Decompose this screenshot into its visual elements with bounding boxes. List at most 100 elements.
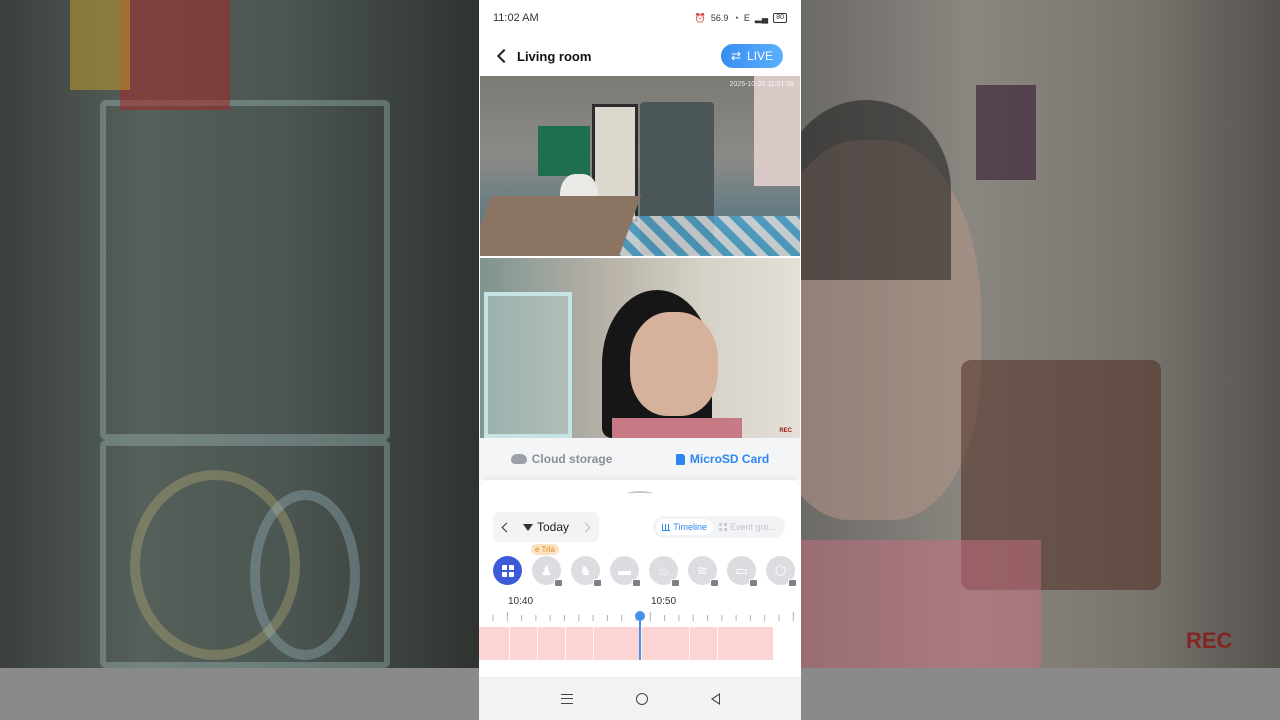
- sheet-handle-icon[interactable]: [627, 491, 653, 497]
- filter-pet[interactable]: ♞: [571, 556, 602, 587]
- battery-icon: 80: [773, 13, 787, 23]
- fire-icon: ♨: [657, 562, 670, 578]
- feed-timestamp: 2025-10-20 11:01:58: [729, 81, 794, 88]
- back-triangle-icon[interactable]: [710, 692, 720, 705]
- feed-floor: [610, 216, 800, 256]
- tab-timeline[interactable]: Timeline: [656, 519, 713, 535]
- lock-icon: [593, 579, 602, 587]
- timeline-label-1040: 10:40: [508, 596, 534, 607]
- feed-shelf: [484, 292, 572, 438]
- feed-window: [754, 76, 800, 186]
- background-shelf: [100, 100, 390, 440]
- event-divider: [509, 627, 510, 660]
- sd-card-icon: [675, 453, 685, 465]
- network-speed: 56.9: [710, 13, 729, 23]
- filter-vehicle[interactable]: ▬: [610, 556, 641, 587]
- timeline-label-1050: 10:50: [651, 596, 677, 607]
- camera-feed-kitchen[interactable]: 2025-10-20 11:01:58: [480, 76, 800, 256]
- previous-day-icon[interactable]: [501, 522, 512, 532]
- lock-icon: [554, 579, 563, 587]
- timeline-labels: 10:40 10:50: [479, 596, 801, 610]
- alarm-icon: ⏰: [694, 12, 706, 23]
- tab-microsd-card[interactable]: MicroSD Card: [675, 452, 770, 466]
- phone-screen: 11:02 AM ⏰ 56.9 ◔ E ▂▄ 80 Living room ⇄ …: [479, 0, 801, 720]
- lock-icon: [632, 579, 641, 587]
- background-hair: [801, 100, 951, 280]
- switch-arrows-icon: ⇄: [730, 49, 742, 63]
- timeline-cursor-handle[interactable]: [635, 611, 645, 621]
- header: Living room ⇄ LIVE: [479, 36, 801, 76]
- trial-badge: e Tria: [531, 544, 560, 555]
- timeline-cursor[interactable]: [639, 616, 641, 660]
- package-icon: ⬡: [774, 562, 787, 578]
- event-divider: [717, 627, 718, 660]
- background-left-blur: [0, 0, 479, 668]
- filter-package[interactable]: ⬡: [766, 556, 797, 587]
- feed-person-face: [630, 312, 718, 416]
- feed-person-shirt: [612, 418, 742, 438]
- wifi-icon: ◔: [733, 13, 739, 23]
- feed-rec-label: REC: [779, 428, 792, 434]
- timeline-icon: [662, 523, 671, 531]
- event-divider: [641, 627, 642, 660]
- date-filter-button[interactable]: Today: [522, 520, 570, 534]
- feed-table: [480, 196, 641, 256]
- view-toggle: Timeline Event gro...: [653, 516, 785, 538]
- next-day-icon[interactable]: [580, 522, 591, 532]
- tab-cloud-storage-label: Cloud storage: [531, 452, 613, 466]
- pet-icon: ♞: [579, 562, 592, 578]
- smoke-icon: ≋: [697, 562, 708, 578]
- filter-fire[interactable]: ♨: [649, 556, 680, 587]
- filter-smoke[interactable]: ≋: [688, 556, 719, 587]
- date-label: Today: [536, 520, 570, 534]
- tab-timeline-label: Timeline: [673, 522, 707, 532]
- event-divider: [537, 627, 538, 660]
- lock-icon: [749, 579, 758, 587]
- filter-sound[interactable]: ▭: [727, 556, 758, 587]
- lock-icon: [710, 579, 719, 587]
- person-icon: ♟: [540, 562, 553, 578]
- home-icon[interactable]: [635, 692, 648, 705]
- status-bar: 11:02 AM ⏰ 56.9 ◔ E ▂▄ 80: [479, 0, 801, 36]
- playback-sheet: Today Timeline Event gro... e Tria ♟ ♞ ▬…: [479, 480, 801, 676]
- network-type: E: [743, 13, 750, 23]
- lock-icon: [671, 579, 680, 587]
- status-time: 11:02 AM: [493, 12, 539, 24]
- recent-apps-icon[interactable]: [560, 693, 573, 704]
- event-divider: [565, 627, 566, 660]
- sound-icon: ▭: [735, 562, 748, 578]
- event-filters: ♟ ♞ ▬ ♨ ≋ ▭ ⬡: [493, 556, 801, 587]
- background-poster: [976, 85, 1036, 180]
- background-yellow-container: [70, 0, 130, 90]
- back-arrow-icon[interactable]: [496, 48, 512, 64]
- background-rec-label: REC: [1186, 628, 1233, 653]
- storage-tabs: Cloud storage MicroSD Card: [479, 438, 801, 480]
- timeline-events[interactable]: [479, 627, 773, 660]
- date-navigator: Today: [493, 512, 599, 542]
- event-group-icon: [718, 523, 727, 531]
- tab-microsd-card-label: MicroSD Card: [689, 452, 770, 466]
- status-icons: ⏰ 56.9 ◔ E ▂▄ 80: [695, 13, 787, 24]
- android-nav-bar: [479, 677, 801, 720]
- tab-event-group-label: Event gro...: [729, 522, 776, 532]
- cloud-icon: [510, 454, 527, 464]
- date-row: Today Timeline Event gro...: [493, 512, 785, 542]
- filter-person[interactable]: ♟: [532, 556, 563, 587]
- signal-icon: ▂▄: [754, 12, 769, 23]
- header-left: Living room: [496, 48, 592, 64]
- feed-green-cloth: [538, 126, 590, 176]
- live-label: LIVE: [747, 49, 774, 63]
- background-shirt: [801, 540, 1041, 668]
- background-red-container: [120, 0, 230, 110]
- tab-event-group[interactable]: Event gro...: [713, 519, 782, 535]
- filter-icon: [522, 523, 533, 531]
- live-button[interactable]: ⇄ LIVE: [721, 44, 783, 68]
- camera-feed-living[interactable]: REC: [480, 258, 800, 438]
- tab-cloud-storage[interactable]: Cloud storage: [510, 452, 613, 466]
- grid-icon: [501, 564, 514, 577]
- vehicle-icon: ▬: [618, 563, 631, 578]
- lock-icon: [788, 579, 797, 587]
- page-title: Living room: [517, 48, 592, 64]
- event-divider: [689, 627, 690, 660]
- filter-all[interactable]: [493, 556, 522, 585]
